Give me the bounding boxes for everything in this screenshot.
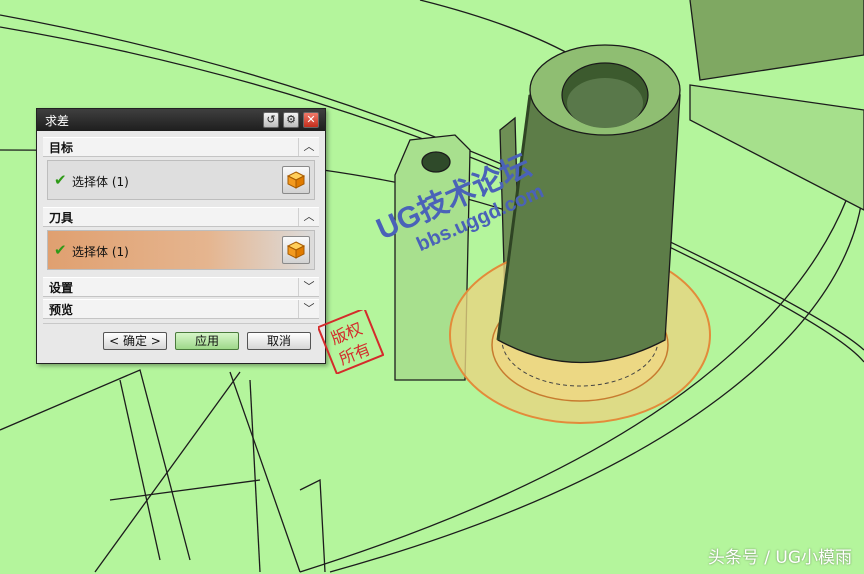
select-body-button[interactable] xyxy=(282,236,310,264)
chevron-down-icon[interactable]: ﹀ xyxy=(298,278,319,296)
dialog-title: 求差 xyxy=(45,114,70,128)
tool-select-label: 选择体 (1) xyxy=(72,245,129,259)
subtract-dialog: 求差 ↺ ⚙ ✕ 目标 ︿ ✔ 选择体 (1) 刀具 ︿ ✔ 选择体 (1) 设… xyxy=(36,108,326,364)
section-tool-header[interactable]: 刀具 ︿ xyxy=(43,207,319,227)
apply-button[interactable]: 应用 xyxy=(175,332,239,350)
close-icon[interactable]: ✕ xyxy=(303,112,319,128)
section-settings-label: 设置 xyxy=(49,281,74,295)
chevron-down-icon[interactable]: ﹀ xyxy=(298,300,319,318)
cancel-button[interactable]: 取消 xyxy=(247,332,311,350)
reset-icon[interactable]: ↺ xyxy=(263,112,279,128)
target-select-label: 选择体 (1) xyxy=(72,175,129,189)
section-target-label: 目标 xyxy=(49,141,74,155)
section-target-header[interactable]: 目标 ︿ xyxy=(43,137,319,157)
target-select-row[interactable]: ✔ 选择体 (1) xyxy=(47,160,315,200)
section-preview-header[interactable]: 预览 ﹀ xyxy=(43,299,319,319)
section-tool-label: 刀具 xyxy=(49,211,74,225)
section-preview-label: 预览 xyxy=(49,303,74,317)
copyright-seal: 版权 所有 xyxy=(318,310,384,374)
credit-watermark: 头条号 / UG小模雨 xyxy=(707,548,852,568)
check-icon: ✔ xyxy=(54,241,67,259)
dialog-button-bar: < 确定 > 应用 取消 xyxy=(43,323,319,358)
dialog-titlebar[interactable]: 求差 ↺ ⚙ ✕ xyxy=(37,109,325,131)
section-settings-header[interactable]: 设置 ﹀ xyxy=(43,277,319,297)
cube-icon xyxy=(286,171,306,189)
ok-button[interactable]: < 确定 > xyxy=(103,332,167,350)
check-icon: ✔ xyxy=(54,171,67,189)
cube-icon xyxy=(286,241,306,259)
gear-icon[interactable]: ⚙ xyxy=(283,112,299,128)
select-body-button[interactable] xyxy=(282,166,310,194)
tool-select-row[interactable]: ✔ 选择体 (1) xyxy=(47,230,315,270)
chevron-up-icon[interactable]: ︿ xyxy=(298,138,319,156)
chevron-up-icon[interactable]: ︿ xyxy=(298,208,319,226)
